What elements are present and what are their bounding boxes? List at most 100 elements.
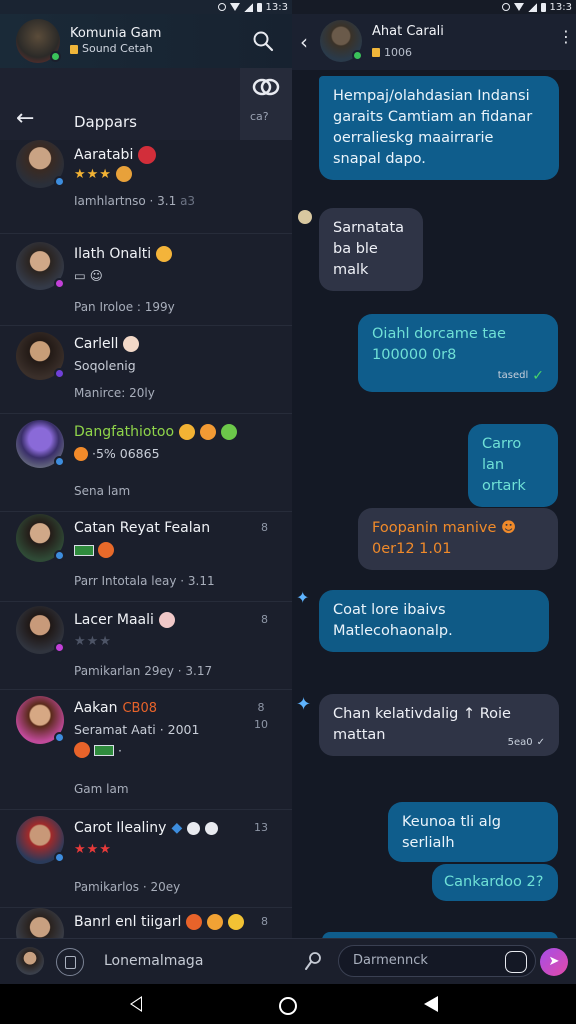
emoji-picker-icon[interactable]: [505, 951, 527, 973]
group-avatar[interactable]: [16, 19, 61, 63]
nav-back-icon[interactable]: [130, 996, 142, 1012]
message-bubble-in[interactable]: Sarnatata ba ble malk: [319, 208, 423, 292]
lock-icon: [372, 48, 380, 57]
sticker-icon[interactable]: [56, 948, 84, 976]
sender-avatar-icon: [298, 210, 312, 224]
contact-row[interactable]: Ilath Onalti ▭ ☺ Pan Iroloe : 199y: [0, 234, 292, 326]
contact-avatar: [16, 908, 64, 938]
contact-row[interactable]: Dangfathiotoo ·5% 06865 Sena lam: [0, 414, 292, 512]
verified-icon: ◆: [171, 820, 183, 836]
group-subtitle: Sound Cetah: [82, 42, 153, 56]
rating-stars: ★★★: [74, 842, 112, 857]
message-bubble-out[interactable]: Carro lan ortark: [468, 424, 558, 508]
message-time: 5ea0: [507, 736, 533, 748]
tool-panel[interactable]: ca​?: [240, 68, 292, 140]
emoji-icon: [186, 914, 203, 930]
emoji-icon: [228, 914, 245, 930]
more-menu-icon[interactable]: ⋮: [558, 29, 574, 45]
online-badge: [352, 50, 363, 61]
message-input[interactable]: Darmennck: [338, 945, 536, 977]
group-title: Komunia Gam: [70, 26, 162, 41]
message-count: 8: [261, 521, 268, 534]
emoji-icon: [221, 424, 238, 440]
nav-recents-icon[interactable]: [424, 996, 438, 1012]
contact-row[interactable]: Banrl enl tiigarl "" ⚔ 8: [0, 908, 292, 938]
badge-icon: [138, 146, 157, 164]
signal-icon: [527, 2, 537, 12]
search-icon[interactable]: [304, 951, 322, 971]
status-badge: [54, 550, 65, 561]
read-check-icon: ✓: [532, 367, 544, 384]
chat-avatar[interactable]: [320, 20, 363, 62]
contact-row[interactable]: Carlell Soqolenig Manirce: 20ly: [0, 326, 292, 414]
message-bubble-in[interactable]: Coat lore ibaivs Matlecohaonalp.: [319, 590, 549, 653]
status-badge: [54, 368, 65, 379]
emoji-icon: [98, 542, 114, 558]
emoji-icon: [115, 166, 132, 182]
contact-row[interactable]: Lacer Maali ★★★ Pamikarlan 29ey · 3.17 8: [0, 602, 292, 690]
status-badge: [54, 642, 65, 653]
search-icon[interactable]: [252, 30, 274, 52]
contact-meta: Parr Intotala leay · 3.11: [74, 574, 215, 588]
contact-row[interactable]: Aakan CB08 Seramat Aati · 2001 · Gam lam …: [0, 690, 292, 810]
status-bar-right: 13:3: [292, 0, 576, 14]
lock-icon: [70, 44, 78, 54]
emoji-icon: [158, 612, 175, 628]
user-avatar[interactable]: [16, 947, 44, 975]
contacts-pane: Komunia Gam Sound Cetah ← Dappars ca​? A…: [0, 14, 292, 938]
message-text: Oiahl dorcame tae 100000 0r8: [372, 326, 506, 364]
composer-bar: Lonemalmaga Darmennck ➤: [0, 938, 576, 984]
send-button[interactable]: ➤: [540, 948, 568, 976]
alarm-icon: [501, 3, 510, 11]
status-badge: [54, 732, 65, 743]
contact-name: Catan Reyat Fealan: [74, 520, 211, 536]
contact-row[interactable]: Carot Ilealiny ◆ ★★★ Pamikarlos · 20ey 13: [0, 810, 292, 908]
rating-stars: ★★★: [74, 634, 112, 649]
contact-name: Carlell: [74, 336, 119, 352]
message-text: Chan kelativdalig ↑ Roie mattan: [333, 706, 511, 744]
rating-stars: ★★★: [74, 166, 112, 182]
group-header[interactable]: Komunia Gam Sound Cetah: [0, 14, 292, 68]
message-bubble-out[interactable]: Hempaj/olahdasian Indansi garaits Camtia…: [319, 76, 559, 181]
status-time: 13:3: [549, 1, 572, 13]
back-arrow-icon[interactable]: ←: [16, 108, 34, 130]
message-bubble-out[interactable]: Cankardoo 2?: [432, 864, 558, 902]
chat-subtitle: 1006: [384, 46, 412, 59]
contact-meta: Pan Iroloe : 199y: [74, 300, 175, 314]
composer-label: Lonemalmaga: [104, 953, 204, 969]
emoji-icon: [179, 424, 196, 440]
message-bubble-in[interactable]: Foopanin manive ☻ 0er12 1.01: [358, 508, 558, 571]
status-badge: [54, 176, 65, 187]
face-emoji-icon: [123, 336, 140, 352]
system-nav-bar: [0, 984, 576, 1024]
message-input-placeholder: Darmennck: [353, 953, 428, 968]
contact-row[interactable]: Catan Reyat Fealan Parr Intotala leay · …: [0, 512, 292, 602]
flag-icon: [94, 744, 114, 756]
emoji-icon: [187, 821, 201, 835]
sparkle-icon: ✦: [296, 694, 312, 715]
contact-meta-extra: a3: [180, 194, 196, 208]
wifi-icon: [513, 3, 524, 11]
chat-title: Ahat Carali: [372, 24, 444, 39]
contact-name: Banrl enl tiigarl: [74, 914, 182, 930]
contact-meta: Pamikarlos · 20ey: [74, 880, 181, 894]
message-bubble-in[interactable]: Chan kelativdalig ↑ Roie mattan 5ea0 ✓: [319, 694, 559, 756]
smile-emoji-icon: [156, 246, 173, 262]
contact-meta: Manirce: 20ly: [74, 386, 155, 400]
flag-icon: [74, 544, 94, 556]
contact-row[interactable]: Aaratabi ★★★ Iamhlartnso · 3.1 a3: [0, 140, 292, 234]
nav-home-icon[interactable]: [279, 997, 297, 1015]
contact-meta: Sena lam: [74, 484, 131, 498]
sparkle-icon: ✦: [296, 588, 310, 607]
message-bubble-out[interactable]: Oiahl dorcame tae 100000 0r8 tasedl ✓: [358, 314, 558, 392]
message-bubble-out[interactable]: Keunoa tli alg serlialh: [388, 802, 558, 862]
contact-name: Dangfathiotoo: [74, 424, 175, 440]
link-icon[interactable]: [252, 76, 280, 98]
status-time: 13:3: [265, 1, 288, 13]
chat-header[interactable]: ‹ Ahat Carali 1006 ⋮: [292, 14, 576, 70]
chevron-left-icon[interactable]: ‹: [300, 30, 308, 54]
list-header: ← Dappars ca​?: [0, 68, 292, 140]
contact-icons: ▭ ☺: [74, 268, 103, 283]
contact-status: Soqolenig: [74, 358, 136, 373]
online-badge: [50, 51, 61, 62]
